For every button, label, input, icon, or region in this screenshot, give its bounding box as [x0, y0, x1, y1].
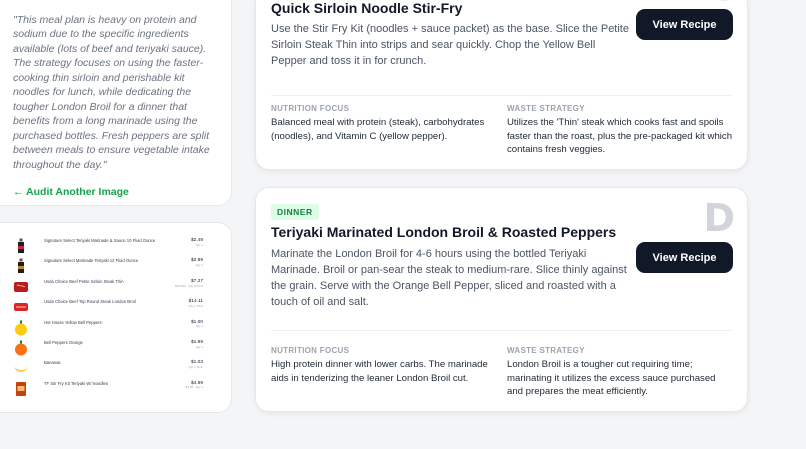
nutrition-focus-text: High protein dinner with lower carbs. Th… — [271, 358, 488, 384]
meal-grade: C — [707, 0, 735, 9]
meal-grade: D — [703, 196, 735, 240]
receipt-item-qty: Qty 1 — [195, 263, 203, 268]
receipt-item: Signature Select Marinade Teriyaki 12 Fl… — [13, 258, 203, 278]
receipt-item-qty: Qty 1 — [195, 242, 203, 247]
receipt-item-price: $2.99 Qty 1 — [190, 258, 203, 268]
banana-icon — [14, 367, 28, 372]
receipt-item-price: $4.99 $4.99 · Qty 1 — [185, 380, 203, 390]
nutrition-focus: NUTRITION FOCUS Balanced meal with prote… — [271, 103, 489, 143]
waste-strategy-text: Utilizes the 'Thin' steak which cooks fa… — [507, 116, 733, 156]
meal-title: Teriyaki Marinated London Broil & Roaste… — [271, 224, 617, 240]
receipt-card: Signature Select Teriyaki Marinade & Sau… — [0, 222, 232, 413]
receipt-item-qty: $4.99 · Qty 1 — [185, 385, 203, 390]
nutrition-focus-label: NUTRITION FOCUS — [271, 104, 350, 113]
bottle-icon — [18, 258, 24, 274]
receipt-item: Usda Choice Beef Top Round Steak London … — [13, 299, 203, 319]
receipt-item-qty: Qty 1.76 lb — [188, 365, 203, 370]
nutrition-focus-text: Balanced meal with protein (steak), carb… — [271, 116, 485, 142]
meal-type-badge: DINNER — [271, 204, 319, 220]
receipt-item-name: Hot House Yellow Bell Peppers — [44, 319, 102, 325]
receipt-item-name: Signature Select Teriyaki Marinade & Sau… — [44, 238, 156, 243]
receipt-item-name: Usda Choice Beef Petite Sirloin Steak Th… — [44, 278, 124, 284]
meal-plan-summary: "This meal plan is heavy on protein and … — [13, 14, 210, 171]
receipt-item-price: $1.99 Qty 1 — [190, 339, 203, 349]
orange-pepper-icon — [15, 340, 27, 356]
receipt-item: Bananas $1.03 Qty 1.76 lb — [13, 360, 203, 380]
receipt-item-price: $7.27 $9.99/lb · Qty 0.73 lb — [175, 278, 203, 288]
noodle-kit-icon — [16, 381, 26, 396]
receipt-item: Bell Peppers Orange $1.99 Qty 1 — [13, 340, 203, 360]
waste-strategy-text: London Broil is a tougher cut requiring … — [507, 358, 716, 398]
nutrition-focus: NUTRITION FOCUS High protein dinner with… — [271, 345, 489, 385]
receipt-item-qty: $9.99/lb · Qty 0.73 lb — [175, 283, 203, 288]
receipt-item: TF Stir Fry Kit Teriyaki W/ Noodles $4.9… — [13, 381, 203, 401]
receipt-item-name: Usda Choice Beef Top Round Steak London … — [44, 299, 136, 305]
receipt-item-qty: Qty 1 — [195, 324, 203, 329]
receipt-item-price: $1.00 Qty 1 — [190, 319, 203, 329]
yellow-pepper-icon — [15, 320, 27, 336]
waste-strategy: WASTE STRATEGY London Broil is a tougher… — [507, 345, 733, 399]
waste-strategy-label: WASTE STRATEGY — [507, 346, 585, 355]
divider — [271, 330, 732, 331]
receipt-item-price: $14.11 Qty 1.73 lb — [188, 299, 203, 308]
meal-description: Marinate the London Broil for 4-6 hours … — [271, 248, 627, 308]
waste-strategy: WASTE STRATEGY Utilizes the 'Thin' steak… — [507, 103, 733, 157]
view-recipe-button[interactable]: View Recipe — [636, 242, 733, 273]
view-recipe-button[interactable]: View Recipe — [636, 9, 733, 40]
receipt-item: Signature Select Teriyaki Marinade & Sau… — [13, 238, 203, 258]
meal-card: C Quick Sirloin Noodle Stir-Fry Use the … — [255, 0, 748, 170]
steak-icon — [14, 281, 28, 292]
divider — [271, 95, 732, 96]
bottle-icon — [18, 238, 24, 253]
receipt-item-name: Bananas — [44, 360, 61, 366]
receipt-item-name: TF Stir Fry Kit Teriyaki W/ Noodles — [44, 380, 108, 386]
receipt-item-qty: Qty 1.73 lb — [188, 303, 203, 308]
receipt-item: Usda Choice Beef Petite Sirloin Steak Th… — [13, 279, 203, 299]
receipt-item: Hot House Yellow Bell Peppers $1.00 Qty 1 — [13, 320, 203, 340]
receipt-item-name: Bell Peppers Orange — [44, 339, 83, 345]
meal-description: Use the Stir Fry Kit (noodles + sauce pa… — [271, 23, 629, 67]
audit-another-image-link[interactable]: ← Audit Another Image — [13, 186, 129, 198]
audit-summary-card: "This meal plan is heavy on protein and … — [0, 0, 232, 206]
receipt-item-price: $2.49 Qty 1 — [190, 238, 203, 247]
receipt-item-qty: Qty 1 — [195, 344, 203, 349]
receipt-item-name: Signature Select Marinade Teriyaki 12 Fl… — [44, 258, 139, 264]
waste-strategy-label: WASTE STRATEGY — [507, 104, 585, 113]
nutrition-focus-label: NUTRITION FOCUS — [271, 346, 350, 355]
meal-title: Quick Sirloin Noodle Stir-Fry — [271, 0, 463, 16]
meal-card: D DINNER Teriyaki Marinated London Broil… — [255, 187, 748, 412]
receipt-item-price: $1.03 Qty 1.76 lb — [188, 360, 203, 370]
steak-icon — [14, 303, 28, 312]
